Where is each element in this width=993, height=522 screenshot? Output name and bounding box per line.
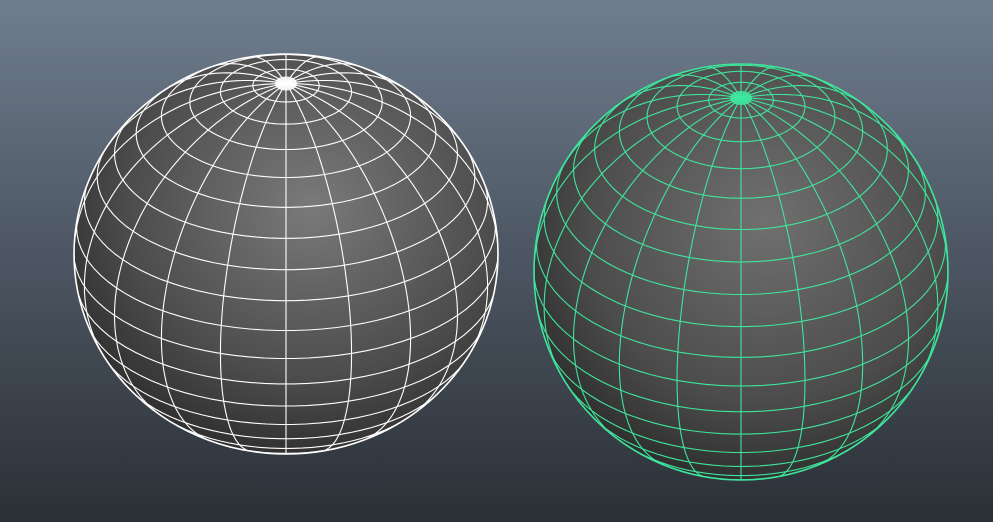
pole-cluster: [730, 91, 752, 106]
3d-viewport[interactable]: [0, 0, 993, 522]
pole-cluster: [275, 76, 297, 91]
viewport-canvas[interactable]: [0, 0, 993, 522]
sphere-right[interactable]: [533, 63, 949, 481]
sphere-left[interactable]: [73, 53, 499, 455]
